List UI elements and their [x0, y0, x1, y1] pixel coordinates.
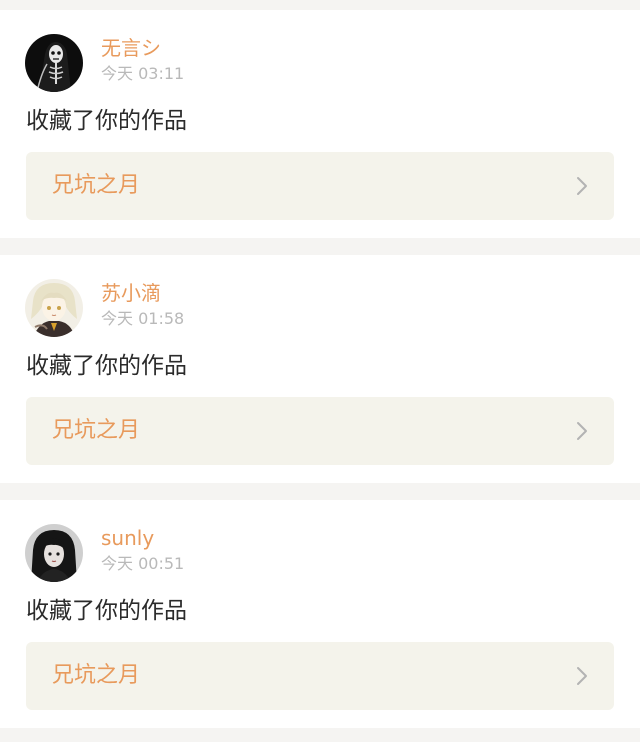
work-link[interactable]: 兄坑之月 [26, 642, 614, 710]
work-title: 兄坑之月 [52, 418, 141, 443]
timestamp: 今天 03:11 [101, 64, 185, 83]
work-link[interactable]: 兄坑之月 [26, 152, 614, 220]
dark-hair-avatar-icon [25, 524, 83, 582]
activity-text: 收藏了你的作品 [26, 598, 187, 624]
chevron-right-icon [577, 667, 587, 685]
work-title: 兄坑之月 [52, 663, 141, 688]
username[interactable]: 苏小滴 [101, 281, 161, 305]
notification-card: 苏小滴 今天 01:58 收藏了你的作品 兄坑之月 [0, 255, 640, 483]
notification-feed: 无言シ 今天 03:11 收藏了你的作品 兄坑之月 苏小滴 今天 01:58 收… [0, 0, 640, 742]
username[interactable]: 无言シ [101, 36, 161, 60]
activity-text: 收藏了你的作品 [26, 108, 187, 134]
activity-text: 收藏了你的作品 [26, 353, 187, 379]
chevron-right-icon [577, 422, 587, 440]
avatar[interactable] [25, 279, 83, 337]
notification-card: sunly 今天 00:51 收藏了你的作品 兄坑之月 [0, 500, 640, 728]
work-title: 兄坑之月 [52, 173, 141, 198]
username[interactable]: sunly [101, 526, 154, 550]
avatar[interactable] [25, 524, 83, 582]
avatar[interactable] [25, 34, 83, 92]
timestamp: 今天 01:58 [101, 309, 185, 328]
work-link[interactable]: 兄坑之月 [26, 397, 614, 465]
chevron-right-icon [577, 177, 587, 195]
notification-card: 无言シ 今天 03:11 收藏了你的作品 兄坑之月 [0, 10, 640, 238]
anime-girl-avatar-icon [25, 279, 83, 337]
skeleton-avatar-icon [25, 34, 83, 92]
timestamp: 今天 00:51 [101, 554, 185, 573]
